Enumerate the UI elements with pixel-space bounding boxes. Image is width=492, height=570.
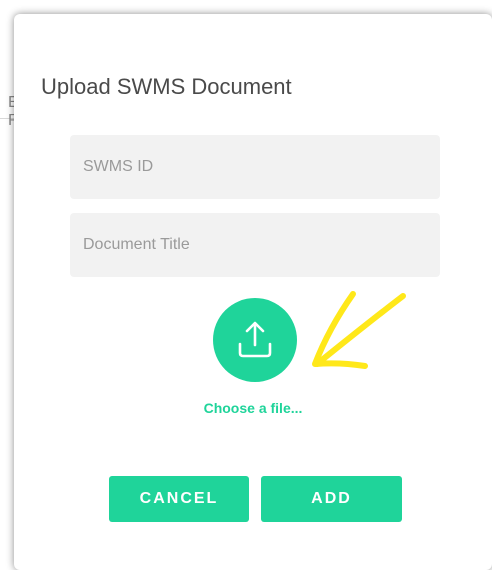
- swms-id-input[interactable]: [70, 135, 440, 199]
- dialog-title: Upload SWMS Document: [41, 74, 292, 99]
- add-button[interactable]: ADD: [261, 476, 402, 522]
- cancel-button[interactable]: CANCEL: [109, 476, 249, 522]
- document-title-input[interactable]: [70, 213, 440, 277]
- choose-file-link[interactable]: Choose a file...: [14, 400, 492, 416]
- upload-dialog: Upload SWMS Document Choose a file... CA…: [14, 14, 492, 570]
- upload-file-button[interactable]: [213, 298, 297, 382]
- upload-tray-icon: [238, 321, 272, 358]
- hand-drawn-arrow-icon: [312, 291, 406, 369]
